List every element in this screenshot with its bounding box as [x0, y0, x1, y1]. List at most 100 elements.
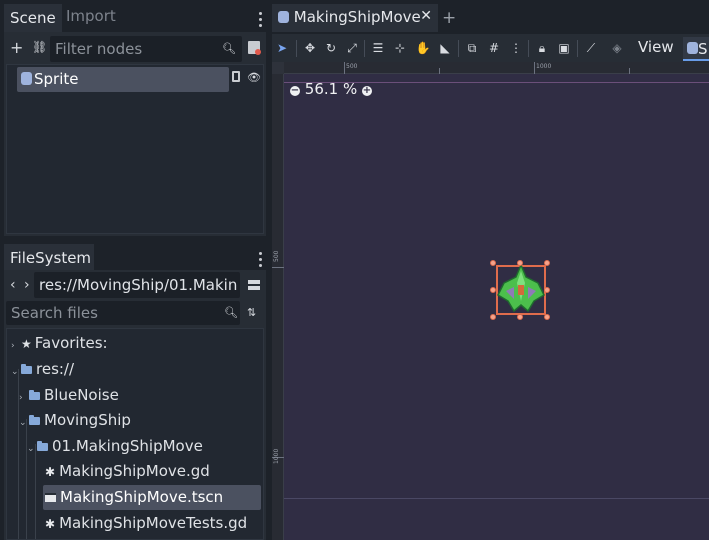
file-tree: › ★ Favorites: ⌄ res:// › BlueNoise ⌄ MovingS… [6, 328, 264, 540]
toolbar-separator [364, 40, 365, 57]
pan-tool-icon[interactable]: ✋ [415, 40, 431, 56]
tree-item-favorites[interactable]: › ★ Favorites: [11, 331, 108, 356]
pivot-tool-icon[interactable]: ⊹ [392, 40, 408, 56]
forward-icon[interactable]: › [24, 278, 30, 292]
ruler-label: 500 [346, 63, 358, 70]
smart-snap-icon[interactable]: ⧉ [464, 40, 480, 56]
tab-import[interactable]: Import [60, 4, 122, 32]
chevron-down-icon: ⌄ [11, 367, 19, 377]
path-field[interactable]: res://MovingShip/01.Makin [34, 272, 240, 298]
tree-item-label: BlueNoise [44, 386, 119, 404]
resize-handle[interactable] [544, 314, 550, 320]
lock-icon[interactable]: 🔒︎ [534, 40, 550, 56]
tree-item-makingshipmove-folder[interactable]: ⌄ 01.MakingShipMove [27, 434, 203, 459]
scale-tool-icon[interactable]: ⤢ [344, 40, 360, 56]
scene-tab-label: MakingShipMove [293, 8, 421, 26]
link-icon[interactable]: ⛓ [32, 41, 47, 53]
add-node-icon[interactable]: + [10, 40, 23, 56]
list-select-icon[interactable]: ☰ [370, 40, 386, 56]
main-editor: MakingShipMove ✕ + ➤ ✥ ↻ ⤢ ☰ ⊹ ✋ ◣ ⧉ # ⋮… [272, 0, 709, 540]
tab-scene[interactable]: Scene [4, 4, 62, 32]
gear-icon: ✱ [45, 465, 56, 479]
ruler-tool-icon[interactable]: ◣ [437, 40, 453, 56]
scene-tab-makingshipmove[interactable]: MakingShipMove ✕ [272, 4, 438, 32]
ship-sprite[interactable] [494, 261, 548, 317]
bone-icon[interactable]: ⟋ [583, 40, 599, 56]
view-menu[interactable]: View [638, 38, 674, 56]
group-icon[interactable]: ▣ [556, 40, 572, 56]
editor-toolbar: ➤ ✥ ↻ ⤢ ☰ ⊹ ✋ ◣ ⧉ # ⋮ 🔒︎ ▣ ⟋ ◈ View S [272, 34, 709, 62]
ruler-label: 1000 [273, 448, 280, 464]
rotate-tool-icon[interactable]: ↻ [323, 40, 339, 56]
ruler-label: 500 [273, 250, 280, 262]
tree-item-movingship[interactable]: ⌄ MovingShip [19, 408, 131, 433]
scene-dock-menu-icon[interactable] [259, 12, 263, 28]
snap-options-icon[interactable]: ⋮ [508, 40, 524, 56]
gear-icon: ✱ [45, 517, 56, 531]
tree-item-label: MovingShip [44, 411, 131, 429]
tree-item-label: res:// [36, 360, 75, 378]
attached-script-icon[interactable] [232, 71, 240, 82]
sprite-node-icon [21, 72, 32, 85]
close-icon[interactable]: ✕ [420, 8, 432, 24]
tab-filesystem[interactable]: FileSystem [4, 244, 94, 272]
tree-item-makingshipmovetests-gd[interactable]: ✱ MakingShipMoveTests.gd [45, 511, 247, 536]
clapper-icon [45, 493, 56, 502]
scene-tree: Sprite 👁︎ [6, 64, 264, 234]
ruler-vertical[interactable]: 500 1000 [272, 62, 284, 540]
ruler-corner [272, 62, 284, 74]
resize-handle[interactable] [544, 287, 550, 293]
zoom-in-icon[interactable]: + [361, 86, 372, 96]
resize-handle[interactable] [490, 287, 496, 293]
tree-item-label: MakingShipMove.tscn [60, 488, 224, 506]
toolbar-separator [577, 40, 578, 57]
ruler-label: 1000 [536, 63, 552, 70]
filter-nodes-placeholder: Filter nodes [55, 40, 143, 58]
tree-item-res[interactable]: ⌄ res:// [11, 357, 74, 382]
viewport-boundary-line [284, 498, 709, 499]
chevron-down-icon: ⌄ [27, 444, 35, 454]
resize-handle[interactable] [544, 260, 550, 266]
grid-snap-icon[interactable]: # [486, 40, 502, 56]
search-icon: 🔍︎ [224, 306, 238, 319]
new-scene-tab-icon[interactable]: + [442, 8, 456, 28]
split-mode-icon[interactable] [248, 280, 260, 290]
star-icon: ★ [21, 337, 32, 351]
resize-handle[interactable] [517, 314, 523, 320]
scene-icon [278, 11, 289, 23]
tree-item-label: 01.MakingShipMove [52, 437, 203, 455]
select-tool-icon[interactable]: ➤ [274, 40, 290, 56]
sort-icon[interactable]: ⇅ [247, 307, 256, 318]
scene-panel: + ⛓ Filter nodes 🔍︎ Sprite 👁︎ [4, 32, 266, 236]
folder-icon [37, 441, 48, 451]
tree-item-label: MakingShipMoveTests.gd [59, 514, 248, 532]
tree-item-bluenoise[interactable]: › BlueNoise [19, 383, 119, 408]
chevron-down-icon: ⌄ [19, 418, 27, 428]
chevron-right-icon: › [19, 393, 23, 403]
tree-item-makingshipmove-tscn[interactable]: MakingShipMove.tscn [43, 485, 261, 510]
filesystem-dock-menu-icon[interactable] [259, 252, 263, 268]
chevron-right-icon: › [11, 341, 15, 351]
zoom-level[interactable]: 56.1 % [305, 80, 357, 98]
tree-row-sprite[interactable]: Sprite [17, 67, 229, 92]
resize-handle[interactable] [517, 260, 523, 266]
filesystem-panel: ‹ › res://MovingShip/01.Makin Search fil… [4, 270, 266, 540]
toolbar-separator [296, 40, 297, 57]
canvas-viewport[interactable]: 500 1000 500 1000 − 56.1 % + [272, 62, 709, 540]
left-dock: Scene Import + ⛓ Filter nodes 🔍︎ Sprite … [0, 0, 268, 540]
toolbar-separator [458, 40, 459, 57]
camera-override-icon[interactable]: ◈ [609, 40, 625, 56]
resize-handle[interactable] [490, 314, 496, 320]
resize-handle[interactable] [490, 260, 496, 266]
sprite-frames-button[interactable]: S [683, 37, 709, 61]
tree-item-makingshipmove-gd[interactable]: ✱ MakingShipMove.gd [45, 459, 210, 484]
back-icon[interactable]: ‹ [10, 278, 16, 292]
filesystem-tab-bar: FileSystem [0, 240, 268, 272]
ruler-horizontal[interactable]: 500 1000 [284, 62, 709, 74]
visibility-eye-icon[interactable]: 👁︎ [247, 72, 261, 83]
zoom-out-icon[interactable]: − [290, 86, 300, 96]
move-tool-icon[interactable]: ✥ [302, 40, 318, 56]
filter-nodes-input[interactable]: Filter nodes 🔍︎ [50, 36, 242, 62]
script-icon[interactable] [248, 41, 261, 55]
search-files-input[interactable]: Search files 🔍︎ [6, 301, 240, 325]
